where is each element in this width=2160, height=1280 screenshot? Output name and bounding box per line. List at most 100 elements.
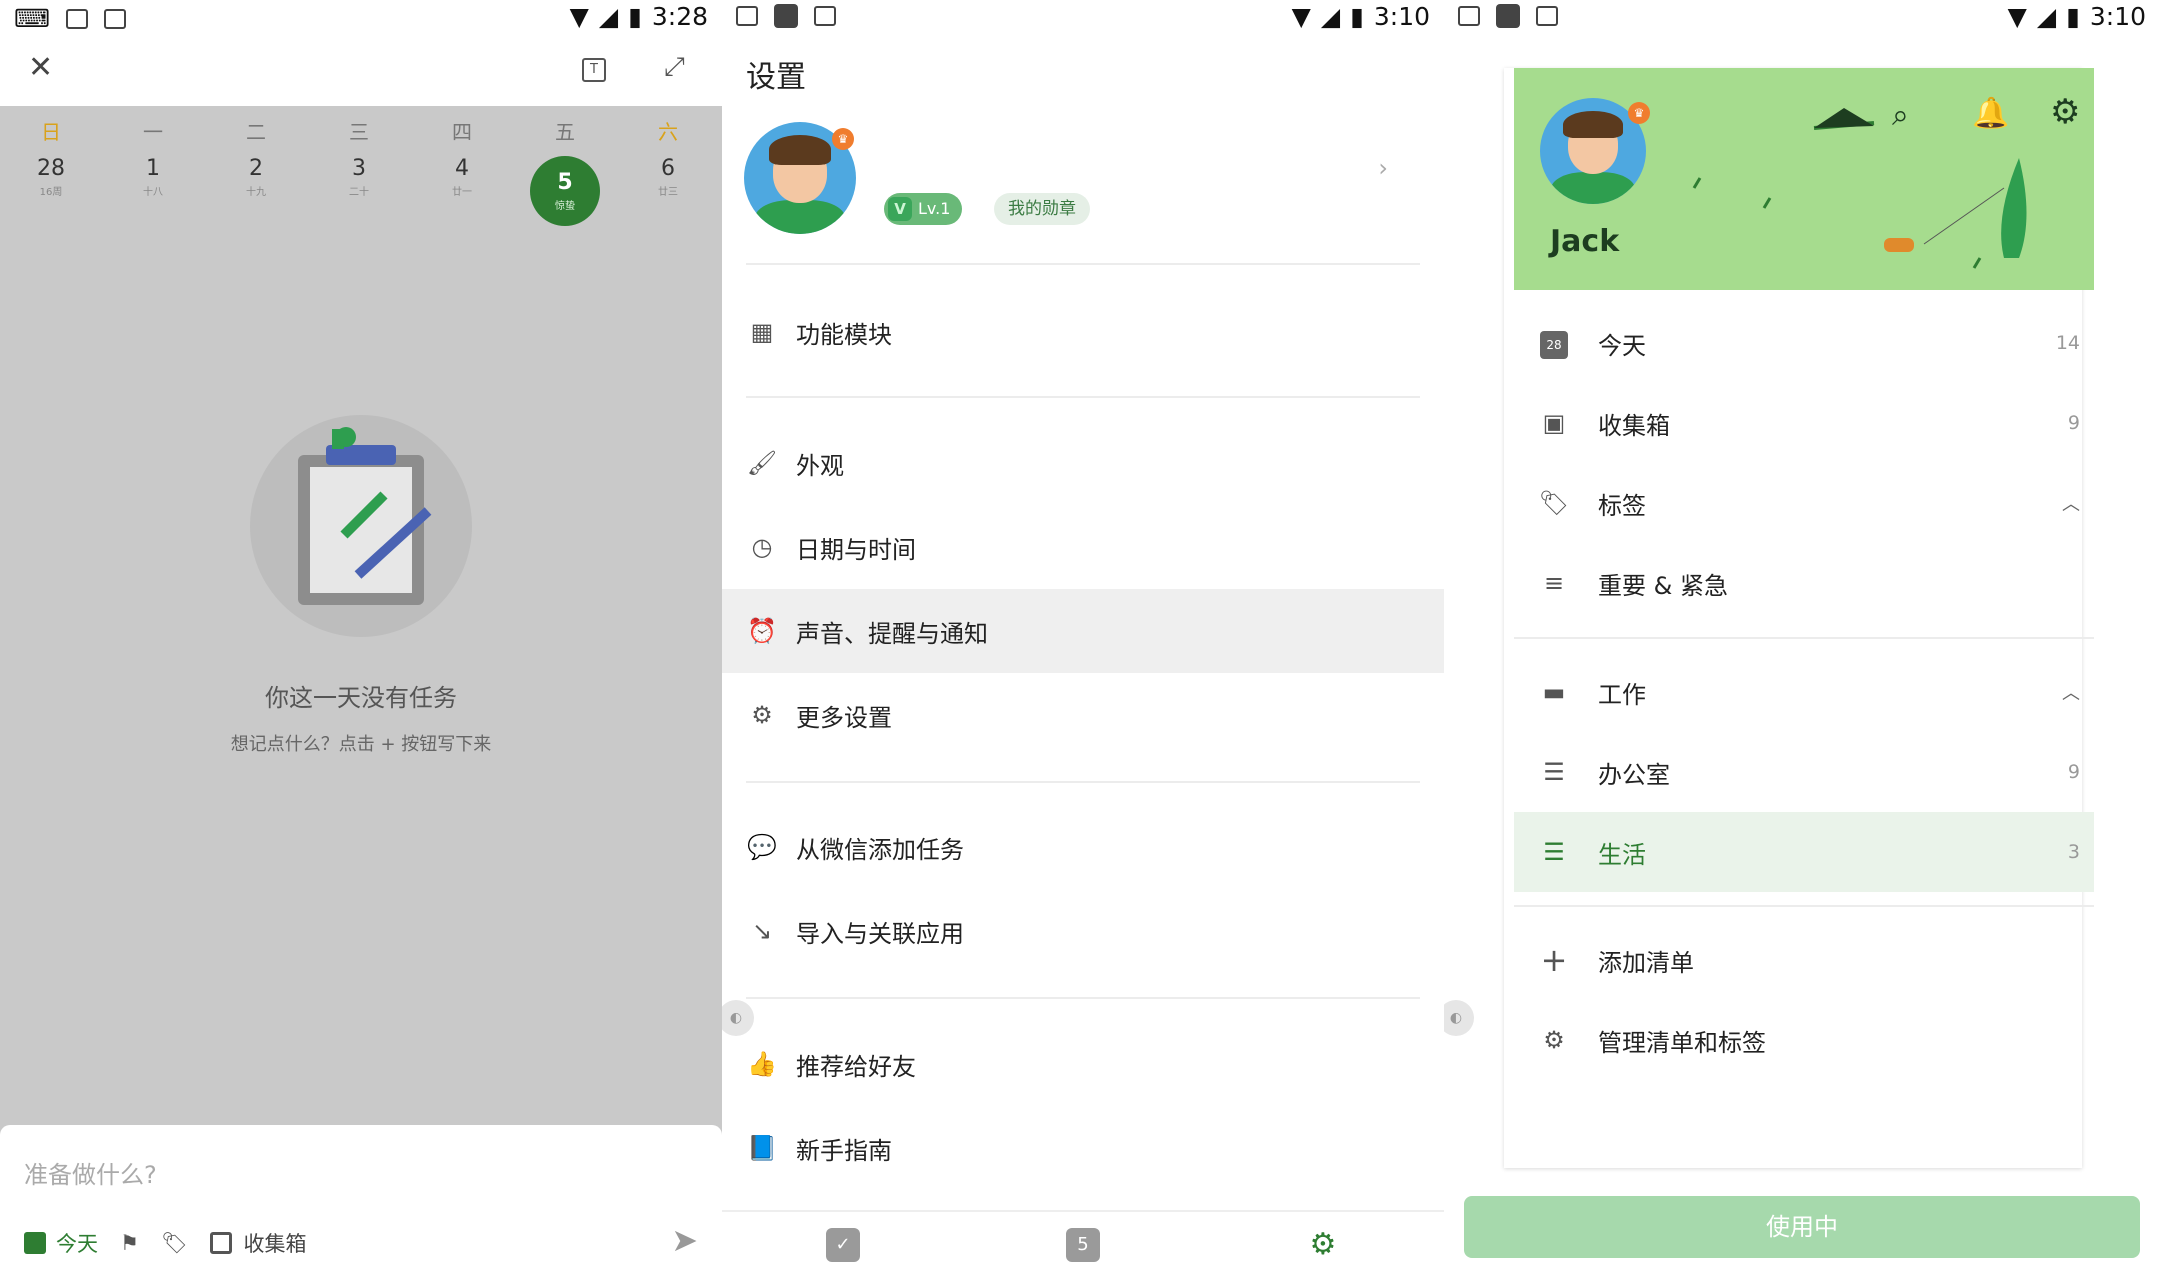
settings-tab-icon[interactable]: ⚙ xyxy=(1306,1228,1340,1262)
settings-item-guide[interactable]: 📘 新手指南 xyxy=(722,1106,1444,1190)
search-icon[interactable]: ⌕ xyxy=(1892,98,1909,133)
inbox-icon[interactable] xyxy=(209,1232,232,1254)
app-icon xyxy=(774,4,798,28)
settings-item-notifications[interactable]: ⏰ 声音、提醒与通知 xyxy=(722,589,1444,673)
calendar-tab-icon[interactable]: 5 xyxy=(1066,1228,1100,1262)
theme-preview-panel: ▼ ◢ ▮ 3:10 ♛ ⌕ 🔔 ⚙ Jack 28 今天 14 ▣ 收集箱 9 🏷 xyxy=(1444,0,2160,1280)
divider xyxy=(746,396,1420,398)
in-use-button[interactable]: 使用中 xyxy=(1464,1196,2140,1258)
profile-row[interactable]: ♛ › xyxy=(722,118,1444,258)
drawer-item-tags[interactable]: 🏷 标签 ︿ xyxy=(1514,463,2094,543)
week-calendar: 日 一 二 三 四 五 六 28 16周 1 十八 2 十九 3 二十 4 廿一 5 惊蛰 … xyxy=(0,106,722,236)
drawer-item-today[interactable]: 28 今天 14 xyxy=(1514,303,2094,383)
divider xyxy=(746,781,1420,783)
list-inbox-button[interactable]: 收集箱 xyxy=(244,1228,307,1258)
divider xyxy=(746,263,1420,265)
calendar-day[interactable]: 28 16周 xyxy=(11,156,91,198)
status-time: 3:10 xyxy=(2089,2,2146,31)
send-icon[interactable]: ➤ xyxy=(671,1221,698,1259)
wifi-icon: ▼ xyxy=(569,2,589,31)
page-title: 设置 xyxy=(746,60,806,95)
settings-item-appearance[interactable]: 🖌 外观 xyxy=(722,421,1444,505)
date-today-button[interactable]: 今天 xyxy=(56,1228,98,1258)
settings-item-datetime[interactable]: ◷ 日期与时间 xyxy=(722,505,1444,589)
import-arrow-icon: ↘ xyxy=(751,917,773,945)
tag-icon[interactable]: 🏷 xyxy=(161,1231,188,1256)
menu-icon: ☰ xyxy=(1543,838,1565,866)
priority-flag-icon[interactable]: ⚑ xyxy=(120,1231,139,1255)
close-icon[interactable]: ✕ xyxy=(28,50,53,85)
crown-icon: ♛ xyxy=(832,128,854,150)
wifi-icon: ▼ xyxy=(2007,2,2027,31)
weekday-label: 五 xyxy=(555,120,575,144)
drawer-item-manage[interactable]: ⚙ 管理清单和标签 xyxy=(1514,1000,2094,1080)
calendar-day[interactable]: 6 廿三 xyxy=(628,156,708,198)
drawer-item-office[interactable]: ☰ 办公室 9 xyxy=(1514,732,2094,812)
status-bar: ⌨ ▼ ◢ ▮ 3:28 xyxy=(0,0,722,36)
text-mode-icon[interactable]: T xyxy=(582,58,606,82)
drawer-item-add-list[interactable]: + 添加清单 xyxy=(1514,920,2094,1000)
divider xyxy=(1514,637,2094,639)
settings-item-wechat[interactable]: 💬 从微信添加任务 xyxy=(722,805,1444,889)
tasks-tab-icon[interactable]: ✓ xyxy=(826,1228,860,1262)
calendar-day-selected[interactable]: 5 惊蛰 xyxy=(530,156,600,226)
signal-icon: ◢ xyxy=(1320,2,1341,31)
user-name: Jack xyxy=(1550,224,1620,259)
chevron-right-icon: › xyxy=(1378,154,1388,182)
settings-panel: ▼ ◢ ▮ 3:10 设置 ♛ › V Lv.1 我的勋章 ▦ 功能模块 🖌 外观 ◷ 日期与… xyxy=(722,0,1444,1280)
calendar-icon[interactable] xyxy=(24,1232,46,1254)
status-bar: ▼ ◢ ▮ 3:10 xyxy=(722,0,1444,36)
settings-item-recommend[interactable]: 👍 推荐给好友 xyxy=(722,1022,1444,1106)
tag-icon: 🏷 xyxy=(1538,489,1570,517)
expand-icon[interactable]: ⤢ xyxy=(664,52,685,83)
bell-icon[interactable]: 🔔 xyxy=(1972,96,2009,131)
keyboard-icon: ⌨ xyxy=(14,4,51,33)
settings-item-import[interactable]: ↘ 导入与关联应用 xyxy=(722,889,1444,973)
weekday-label: 六 xyxy=(658,120,678,144)
gear-icon: ⚙ xyxy=(751,701,773,729)
drawer-item-important[interactable]: ≡ 重要 & 紧急 xyxy=(1514,543,2094,623)
gear-icon[interactable]: ⚙ xyxy=(2050,92,2080,132)
quick-add-input[interactable]: 准备做什么? xyxy=(24,1155,157,1190)
weekday-label: 一 xyxy=(143,120,163,144)
drawer-item-inbox[interactable]: ▣ 收集箱 9 xyxy=(1514,383,2094,463)
settings-item-more[interactable]: ⚙ 更多设置 xyxy=(722,673,1444,757)
wifi-icon: ▼ xyxy=(1291,2,1311,31)
thumbs-up-icon: 👍 xyxy=(747,1050,777,1078)
plus-icon: + xyxy=(1540,941,1568,979)
floating-handle[interactable]: ◐ xyxy=(1444,1000,1474,1036)
calendar-panel: ⌨ ▼ ◢ ▮ 3:28 ✕ T ⤢ 日 一 二 三 四 五 六 28 16周 1 十八 … xyxy=(0,0,722,1280)
quick-add-sheet: 准备做什么? 今天 ⚑ 🏷 收集箱 ➤ xyxy=(0,1125,722,1280)
battery-icon: ▮ xyxy=(2066,2,2080,31)
calendar-day[interactable]: 4 廿一 xyxy=(422,156,502,198)
chevron-up-icon[interactable]: ︿ xyxy=(2062,679,2080,705)
status-time: 3:28 xyxy=(651,2,708,31)
list-icon: ☰ xyxy=(1543,758,1565,786)
my-medals-button[interactable]: 我的勋章 xyxy=(994,193,1090,225)
chevron-up-icon[interactable]: ︿ xyxy=(2062,490,2080,516)
signal-icon: ◢ xyxy=(2036,2,2057,31)
calendar-day[interactable]: 2 十九 xyxy=(216,156,296,198)
drawer-item-work[interactable]: ▬ 工作 ︿ xyxy=(1514,652,2094,732)
clipboard-illustration xyxy=(250,415,472,637)
settings-item-modules[interactable]: ▦ 功能模块 xyxy=(722,290,1444,374)
image-icon xyxy=(66,8,89,29)
battery-icon: ▮ xyxy=(1350,2,1364,31)
calendar-icon: 28 xyxy=(1536,327,1572,359)
weekday-label: 日 xyxy=(41,120,61,144)
folder-icon: ▬ xyxy=(1542,678,1566,706)
clock-icon: ◷ xyxy=(751,533,773,561)
apps-icon: ▦ xyxy=(750,318,774,346)
weekday-label: 四 xyxy=(452,120,472,144)
image-icon xyxy=(736,6,758,26)
drawer-item-life[interactable]: ☰ 生活 3 xyxy=(1514,812,2094,892)
bottom-navigation: ✓ 5 ⚙ xyxy=(722,1210,1444,1280)
crown-icon: ♛ xyxy=(1628,102,1650,124)
weekday-label: 二 xyxy=(246,120,266,144)
level-badge[interactable]: V Lv.1 xyxy=(884,193,963,225)
a-icon xyxy=(814,6,836,26)
calendar-day[interactable]: 3 二十 xyxy=(319,156,399,198)
drawer-header: ♛ ⌕ 🔔 ⚙ Jack xyxy=(1514,68,2094,290)
a-icon xyxy=(1536,6,1558,26)
calendar-day[interactable]: 1 十八 xyxy=(113,156,193,198)
